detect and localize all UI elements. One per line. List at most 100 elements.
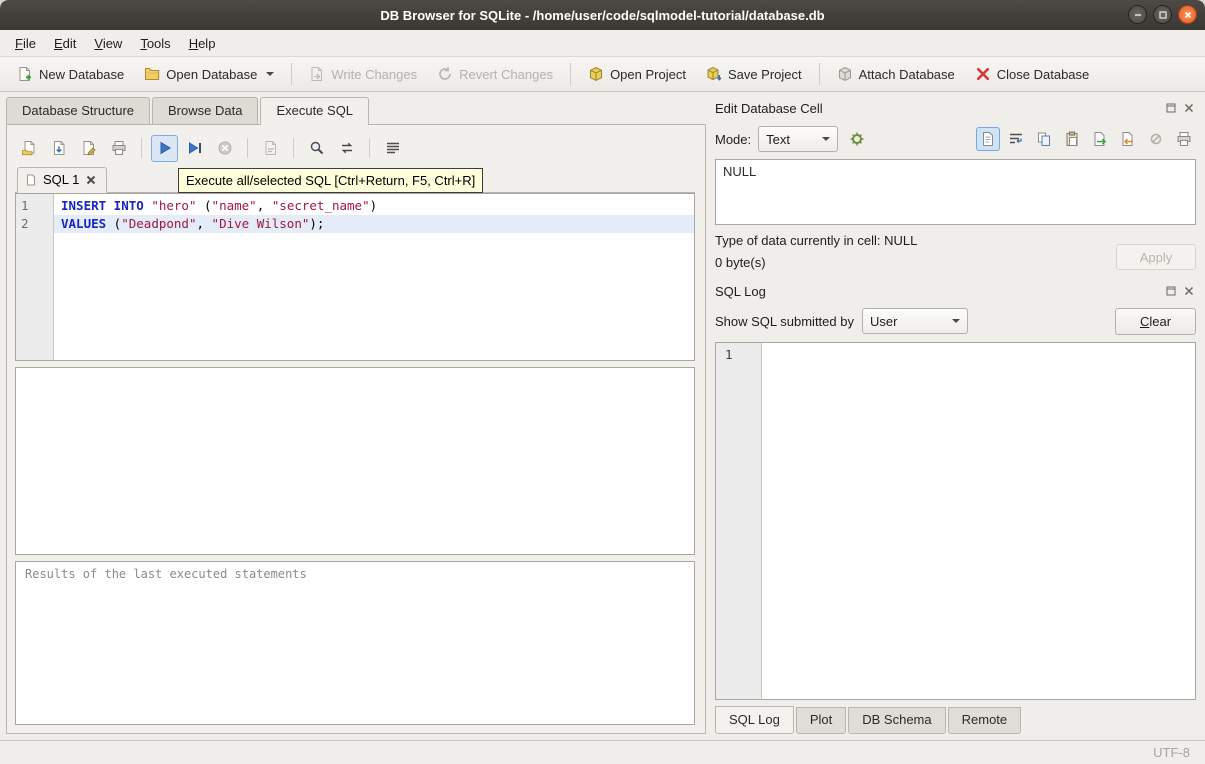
float-dock-button[interactable]: [1163, 284, 1178, 299]
clear-log-button[interactable]: Clear: [1115, 308, 1196, 335]
save-sql-as-icon: [81, 140, 97, 156]
execute-sql-panel: SQL 1 1 2 INSERT INTO "hero" ("name", "s…: [6, 124, 706, 734]
open-database-button[interactable]: Open Database: [135, 61, 283, 87]
tab-execute-sql[interactable]: Execute SQL: [260, 97, 369, 125]
copy-cell-button[interactable]: [1032, 127, 1056, 151]
new-database-icon: [17, 66, 33, 82]
mode-combobox[interactable]: Text: [758, 126, 838, 152]
menubar: File Edit View Tools Help: [0, 30, 1205, 56]
right-panel: Edit Database Cell Mode: Text: [711, 92, 1205, 740]
word-wrap-button[interactable]: [1004, 127, 1028, 151]
paste-cell-button[interactable]: [1060, 127, 1084, 151]
tooltip: Execute all/selected SQL [Ctrl+Return, F…: [178, 168, 483, 193]
set-null-button[interactable]: [1144, 127, 1168, 151]
line-number: 1: [21, 197, 53, 215]
export-results-button: [257, 135, 284, 162]
attach-database-label: Attach Database: [859, 67, 955, 82]
format-icon: [385, 140, 401, 156]
dock-tab-plot[interactable]: Plot: [796, 707, 846, 734]
open-sql-file-icon: [21, 140, 37, 156]
dock-tab-sql-log[interactable]: SQL Log: [715, 706, 794, 734]
close-database-label: Close Database: [997, 67, 1090, 82]
dock-tab-db-schema[interactable]: DB Schema: [848, 707, 945, 734]
open-project-icon: [588, 66, 604, 82]
save-sql-as-button[interactable]: [75, 135, 102, 162]
open-sql-file-button[interactable]: [15, 135, 42, 162]
import-cell-button[interactable]: [1116, 127, 1140, 151]
auto-switch-mode-button[interactable]: [845, 127, 869, 151]
attach-database-button[interactable]: Attach Database: [828, 61, 964, 87]
maximize-button[interactable]: [1153, 5, 1172, 24]
execute-all-button[interactable]: [151, 135, 178, 162]
sql-log-filter-row: Show SQL submitted by User Clear: [715, 304, 1196, 338]
float-dock-button[interactable]: [1163, 101, 1178, 116]
sql-token: "Deadpond": [121, 216, 196, 231]
sql-toolbar-separator: [293, 138, 294, 158]
menu-tools[interactable]: Tools: [131, 33, 179, 54]
cell-editor[interactable]: NULL: [715, 159, 1196, 225]
print-cell-icon: [1176, 131, 1192, 147]
tab-browse-data[interactable]: Browse Data: [152, 97, 258, 124]
encoding-indicator[interactable]: UTF-8: [1153, 745, 1190, 760]
open-database-label: Open Database: [166, 67, 257, 82]
sql-log-header: SQL Log: [715, 280, 1196, 302]
close-dock-button[interactable]: [1181, 284, 1196, 299]
sql-file-tab[interactable]: SQL 1: [17, 167, 107, 193]
menu-file[interactable]: File: [6, 33, 45, 54]
query-results-grid[interactable]: [15, 367, 695, 555]
close-tab-icon[interactable]: [85, 174, 97, 186]
replace-button[interactable]: [333, 135, 360, 162]
dock-tab-remote[interactable]: Remote: [948, 707, 1022, 734]
open-project-button[interactable]: Open Project: [579, 61, 695, 87]
text-mode-icon: [980, 131, 996, 147]
find-button[interactable]: [303, 135, 330, 162]
text-mode-button[interactable]: [976, 127, 1000, 151]
log-content: [762, 343, 1195, 699]
sql-token: "Dive Wilson": [212, 216, 310, 231]
execute-line-button[interactable]: [181, 135, 208, 162]
results-message-area[interactable]: Results of the last executed statements: [15, 561, 695, 725]
close-dock-button[interactable]: [1181, 101, 1196, 116]
close-button[interactable]: [1178, 5, 1197, 24]
menu-help[interactable]: Help: [180, 33, 225, 54]
sql-code-editor[interactable]: 1 2 INSERT INTO "hero" ("name", "secret_…: [15, 193, 695, 361]
execute-all-icon: [157, 140, 173, 156]
menu-edit[interactable]: Edit: [45, 33, 85, 54]
open-database-dropdown-arrow-icon[interactable]: [266, 72, 274, 76]
dock-close-icon: [1183, 102, 1195, 114]
minimize-button[interactable]: [1128, 5, 1147, 24]
maximize-icon: [1157, 9, 1169, 21]
new-database-button[interactable]: New Database: [8, 61, 133, 87]
close-icon: [1182, 9, 1194, 21]
print-sql-button[interactable]: [105, 135, 132, 162]
sql-log-area[interactable]: 1: [715, 342, 1196, 700]
save-sql-file-button[interactable]: [45, 135, 72, 162]
print-cell-button[interactable]: [1172, 127, 1196, 151]
main-toolbar: New Database Open Database Write Changes…: [0, 56, 1205, 92]
sql-toolbar-separator: [141, 138, 142, 158]
export-results-icon: [263, 140, 279, 156]
revert-changes-icon: [437, 66, 453, 82]
stop-icon: [217, 140, 233, 156]
editor-code-area: INSERT INTO "hero" ("name", "secret_name…: [54, 194, 694, 360]
copy-cell-icon: [1036, 131, 1052, 147]
log-filter-combobox[interactable]: User: [862, 308, 968, 334]
export-cell-button[interactable]: [1088, 127, 1112, 151]
cell-icon-group: [976, 127, 1196, 151]
dock-tabbar: SQL Log Plot DB Schema Remote: [715, 707, 1196, 734]
save-project-button[interactable]: Save Project: [697, 61, 811, 87]
revert-changes-button: Revert Changes: [428, 61, 562, 87]
editor-line-numbers: 1 2: [16, 194, 54, 360]
find-icon: [309, 140, 325, 156]
tab-database-structure[interactable]: Database Structure: [6, 97, 150, 124]
dock-close-icon: [1183, 285, 1195, 297]
word-wrap-icon: [1008, 131, 1024, 147]
format-sql-button[interactable]: [379, 135, 406, 162]
toolbar-separator: [819, 63, 820, 85]
menu-view[interactable]: View: [85, 33, 131, 54]
save-project-icon: [706, 66, 722, 82]
close-database-button[interactable]: Close Database: [966, 61, 1099, 87]
save-project-label: Save Project: [728, 67, 802, 82]
sql-toolbar-separator: [369, 138, 370, 158]
toolbar-separator: [570, 63, 571, 85]
